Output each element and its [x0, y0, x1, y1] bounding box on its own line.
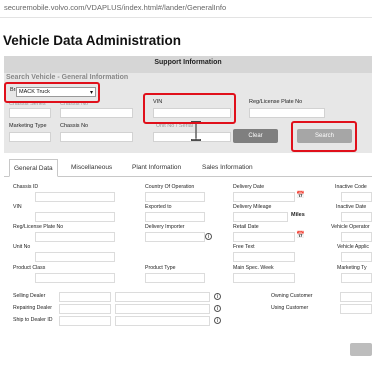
owning-customer-field[interactable] [340, 292, 372, 302]
partial-action-button[interactable] [350, 343, 372, 356]
search-section-title: Search Vehicle - General Information [6, 74, 129, 81]
reg-license-general-field[interactable] [35, 232, 115, 242]
clear-button[interactable]: Clear [233, 129, 278, 143]
support-information-bar[interactable]: Support Information [4, 56, 372, 73]
chassis-series-field[interactable] [9, 108, 51, 118]
exported-to-field[interactable] [145, 212, 205, 222]
delivery-importer-field[interactable] [145, 232, 205, 242]
using-customer-field[interactable] [340, 304, 372, 314]
delivery-mileage-label: Delivery Mileage [233, 204, 272, 210]
info-icon[interactable]: i [214, 317, 221, 324]
ship-to-dealer-name-field[interactable] [115, 316, 210, 326]
search-highlight [291, 121, 357, 152]
reg-license-field[interactable] [249, 108, 325, 118]
vin-general-field[interactable] [35, 212, 115, 222]
info-icon[interactable]: i [214, 305, 221, 312]
delivery-date-label: Delivery Date [233, 184, 265, 190]
delivery-mileage-field[interactable] [233, 212, 288, 222]
unit-no-general-label: Unit No [13, 244, 31, 250]
vehicle-operator-field[interactable] [341, 232, 372, 242]
repairing-dealer-label: Repairing Dealer [13, 305, 52, 311]
chassis-no-field[interactable] [60, 108, 133, 118]
using-customer-label: Using Customer [271, 305, 309, 311]
vehicle-application-label: Vehicle Applic [337, 244, 370, 250]
exported-to-label: Exported to [145, 204, 172, 210]
info-icon[interactable]: i [214, 293, 221, 300]
retail-date-field[interactable] [233, 232, 295, 242]
tab-sales-information[interactable]: Sales Information [202, 159, 253, 177]
tab-miscellaneous[interactable]: Miscellaneous [71, 159, 112, 177]
vin-general-label: VIN [13, 204, 22, 210]
info-icon[interactable]: i [205, 233, 212, 240]
unit-no-general-field[interactable] [35, 252, 115, 262]
tab-plant-information[interactable]: Plant Information [132, 159, 181, 177]
chassis-no-2-label: Chassis No [60, 123, 89, 129]
address-bar[interactable]: securemobile.volvo.com/VDAPLUS/index.htm… [0, 0, 372, 18]
vehicle-application-field[interactable] [341, 252, 372, 262]
inactive-date-field[interactable] [341, 212, 372, 222]
free-text-field[interactable] [233, 252, 295, 262]
main-spec-week-label: Main Spec. Week [233, 265, 274, 271]
marketing-type-field[interactable] [9, 132, 51, 142]
marketing-type-general-label: Marketing Ty [337, 265, 367, 271]
calendar-icon[interactable]: 📅 [296, 191, 305, 199]
main-spec-week-field[interactable] [233, 273, 295, 283]
chassis-id-field[interactable] [35, 192, 115, 202]
tab-bar [4, 159, 372, 177]
product-type-field[interactable] [145, 273, 205, 283]
vehicle-operator-label: Vehicle Operator [331, 224, 370, 230]
inactive-code-label: Inactive Code [335, 184, 367, 190]
inactive-code-field[interactable] [341, 192, 372, 202]
brand-highlight [4, 82, 100, 103]
chassis-id-label: Chassis ID [13, 184, 39, 190]
repairing-dealer-code-field[interactable] [59, 304, 111, 314]
inactive-date-label: Inactive Date [336, 204, 367, 210]
tab-general-data[interactable]: General Data [9, 159, 58, 177]
country-of-operation-field[interactable] [145, 192, 205, 202]
reg-license-general-label: Reg/License Plate No [13, 224, 64, 230]
delivery-importer-label: Delivery Importer [145, 224, 185, 230]
repairing-dealer-name-field[interactable] [115, 304, 210, 314]
product-type-label: Product Type [145, 265, 176, 271]
selling-dealer-name-field[interactable] [115, 292, 210, 302]
country-of-operation-label: Country Of Operation [145, 184, 195, 190]
marketing-type-label: Marketing Type [9, 123, 47, 129]
miles-unit: Miles [291, 212, 305, 218]
vin-highlight [143, 93, 236, 124]
calendar-icon[interactable]: 📅 [296, 231, 305, 239]
ship-to-dealer-code-field[interactable] [59, 316, 111, 326]
reg-license-label: Reg/License Plate No [249, 99, 303, 105]
ship-to-dealer-id-label: Ship to Dealer ID [13, 317, 53, 323]
product-class-field[interactable] [35, 273, 115, 283]
url-text: securemobile.volvo.com/VDAPLUS/index.htm… [4, 3, 227, 12]
marketing-type-general-field[interactable] [341, 273, 372, 283]
chassis-no-2-field[interactable] [60, 132, 133, 142]
page-title: Vehicle Data Administration [3, 33, 182, 48]
selling-dealer-label: Selling Dealer [13, 293, 46, 299]
delivery-date-field[interactable] [233, 192, 295, 202]
selling-dealer-code-field[interactable] [59, 292, 111, 302]
retail-date-label: Retail Date [233, 224, 259, 230]
owning-customer-label: Owning Customer [271, 293, 313, 299]
support-information-title: Support Information [154, 59, 222, 66]
product-class-label: Product Class [13, 265, 46, 271]
free-text-label: Free Text [233, 244, 255, 250]
text-cursor-icon [191, 121, 201, 141]
